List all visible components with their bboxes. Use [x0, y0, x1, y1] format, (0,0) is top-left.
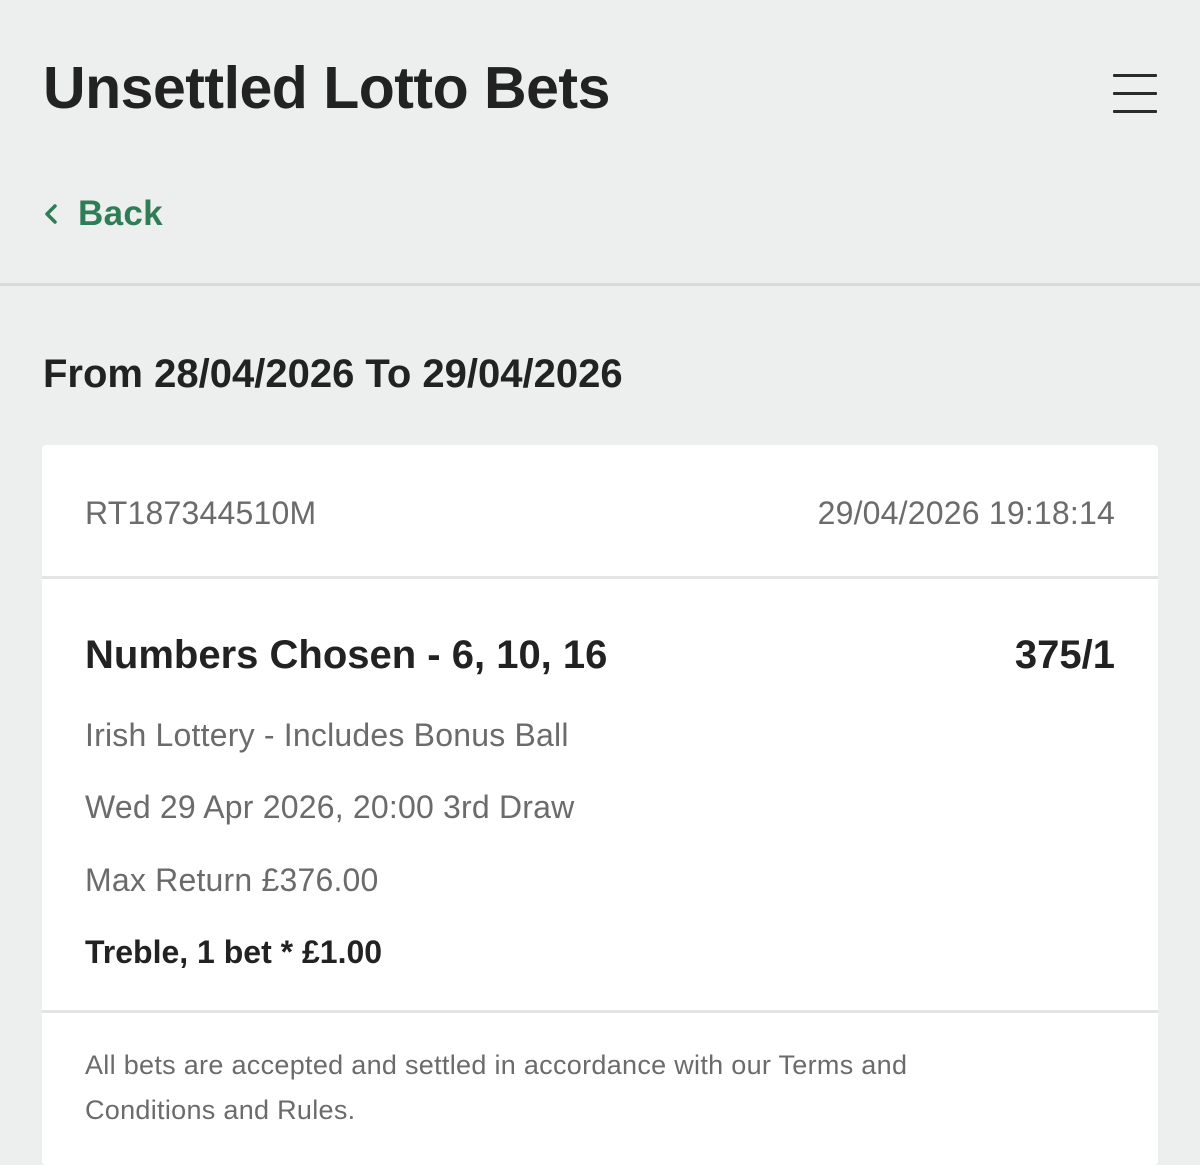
page-header: Unsettled Lotto Bets Back	[0, 0, 1200, 286]
bet-placed-time: 29/04/2026 19:18:14	[817, 495, 1115, 531]
bet-card-header: RT187344510M 29/04/2026 19:18:14	[42, 445, 1158, 579]
back-button[interactable]: Back	[40, 190, 163, 238]
date-range-title: From 28/04/2026 To 29/04/2026	[43, 352, 623, 396]
chevron-left-icon	[45, 204, 57, 224]
terms-notice: All bets are accepted and settled in acc…	[85, 1050, 908, 1125]
back-label: Back	[78, 194, 163, 233]
bet-card: RT187344510M 29/04/2026 19:18:14 Numbers…	[42, 445, 1158, 1165]
bet-odds: 375/1	[1014, 633, 1115, 677]
bet-market: Irish Lottery - Includes Bonus Ball	[85, 717, 569, 753]
bet-reference: RT187344510M	[85, 495, 317, 531]
bet-card-footer: All bets are accepted and settled in acc…	[42, 1010, 1158, 1125]
bet-selection: Numbers Chosen - 6, 10, 16	[85, 633, 608, 677]
menu-button[interactable]	[1108, 70, 1162, 116]
hamburger-menu-icon	[1108, 70, 1162, 116]
page-title: Unsettled Lotto Bets	[43, 55, 610, 121]
bet-draw: Wed 29 Apr 2026, 20:00 3rd Draw	[85, 789, 575, 825]
bet-max-return: Max Return £376.00	[85, 862, 379, 898]
bet-stake: Treble, 1 bet * £1.00	[85, 934, 383, 970]
